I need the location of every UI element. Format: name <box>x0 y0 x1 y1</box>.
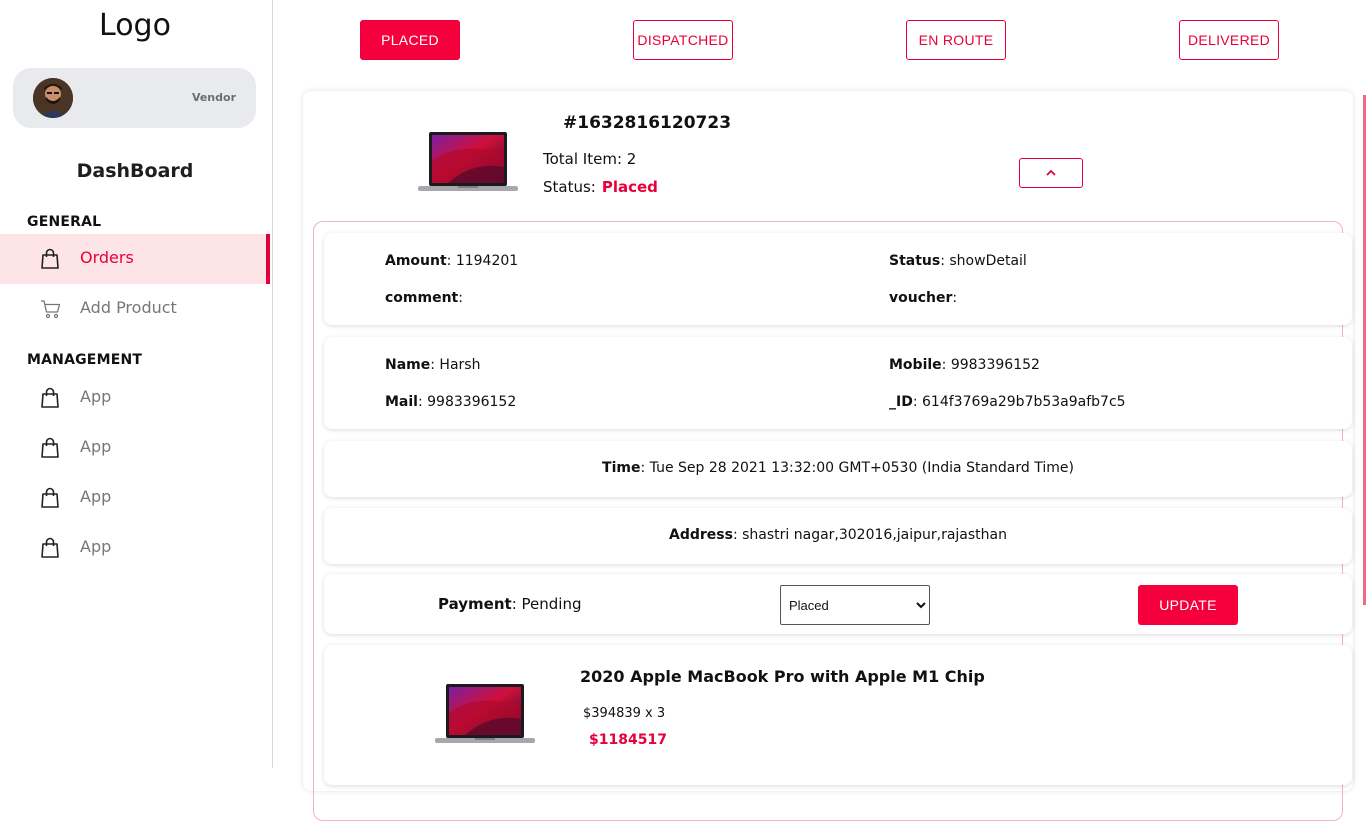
payment-field: Payment: Pending <box>438 595 582 613</box>
sidebar-item-label: Add Product <box>80 298 177 317</box>
collapse-button[interactable] <box>1019 158 1083 188</box>
tab-placed[interactable]: PLACED <box>360 20 460 60</box>
sidebar-item-app[interactable]: App <box>0 423 270 473</box>
name-field: Name: Harsh <box>385 357 481 373</box>
sidebar-item-orders[interactable]: Orders <box>0 234 270 284</box>
sidebar-item-label: App <box>80 487 112 506</box>
amount-panel: Amount: 1194201 comment: Status: showDet… <box>324 233 1352 325</box>
sidebar-item-add-product[interactable]: Add Product <box>0 284 270 334</box>
vendor-role: Vendor <box>191 91 236 104</box>
shopping-bag-icon <box>40 487 60 509</box>
dashboard-title: DashBoard <box>76 160 194 182</box>
amount-field: Amount: 1194201 <box>385 253 519 269</box>
status-select[interactable]: Placed Dispatched En Route Delivered <box>780 585 930 625</box>
sidebar-item-label: Orders <box>80 248 134 267</box>
sidebar-item-label: App <box>80 387 112 406</box>
status-label: Status: <box>543 178 596 196</box>
total-items: Total Item: 2 <box>543 150 637 168</box>
status-badge: Placed <box>601 178 658 196</box>
address-field: Address: shastri nagar,302016,jaipur,raj… <box>669 527 1007 543</box>
sidebar-item-label: App <box>80 437 112 456</box>
section-label-management: MANAGEMENT <box>27 352 143 368</box>
product-image <box>435 683 535 745</box>
voucher-field: voucher: <box>889 290 958 306</box>
time-field: Time: Tue Sep 28 2021 13:32:00 GMT+0530 … <box>602 460 1074 476</box>
sidebar-item-app[interactable]: App <box>0 473 270 523</box>
logo: Logo <box>99 8 171 43</box>
product-title: 2020 Apple MacBook Pro with Apple M1 Chi… <box>580 667 985 686</box>
tab-en-route[interactable]: EN ROUTE <box>906 20 1006 60</box>
order-status: Status: Placed <box>543 178 658 196</box>
avatar[interactable] <box>33 78 73 118</box>
status-detail-field: Status: showDetail <box>889 253 1027 269</box>
section-label-general: GENERAL <box>27 214 102 230</box>
sidebar: Logo Vendor DashBoard GENERAL Orders Add… <box>0 0 273 768</box>
sidebar-item-app[interactable]: App <box>0 523 270 573</box>
time-panel: Time: Tue Sep 28 2021 13:32:00 GMT+0530 … <box>324 441 1352 497</box>
product-price: $394839 x 3 <box>583 706 666 721</box>
mobile-field: Mobile: 9983396152 <box>889 357 1040 373</box>
vendor-card[interactable]: Vendor <box>13 68 256 128</box>
address-panel: Address: shastri nagar,302016,jaipur,raj… <box>324 508 1352 564</box>
tab-dispatched[interactable]: DISPATCHED <box>633 20 733 60</box>
sidebar-item-app[interactable]: App <box>0 373 270 423</box>
id-field: _ID: 614f3769a29b7b53a9afb7c5 <box>889 394 1126 410</box>
chevron-up-icon <box>1044 166 1058 181</box>
shopping-bag-icon <box>40 387 60 409</box>
mail-field: Mail: 9983396152 <box>385 394 517 410</box>
product-panel: 2020 Apple MacBook Pro with Apple M1 Chi… <box>324 645 1352 785</box>
comment-field: comment: <box>385 290 463 306</box>
shopping-bag-icon <box>40 437 60 459</box>
customer-panel: Name: Harsh Mail: 9983396152 Mobile: 998… <box>324 337 1352 429</box>
product-total: $1184517 <box>589 732 667 748</box>
shopping-bag-icon <box>40 537 60 559</box>
shopping-bag-icon <box>40 248 60 270</box>
product-image <box>418 131 518 193</box>
tab-delivered[interactable]: DELIVERED <box>1179 20 1279 60</box>
main-content: PLACED DISPATCHED EN ROUTE DELIVERED #16… <box>273 0 1366 821</box>
payment-panel: Payment: Pending Placed Dispatched En Ro… <box>324 574 1352 634</box>
cart-icon <box>40 298 61 320</box>
sidebar-item-label: App <box>80 537 112 556</box>
order-id: #1632816120723 <box>563 113 732 133</box>
update-button[interactable]: UPDATE <box>1138 585 1238 625</box>
